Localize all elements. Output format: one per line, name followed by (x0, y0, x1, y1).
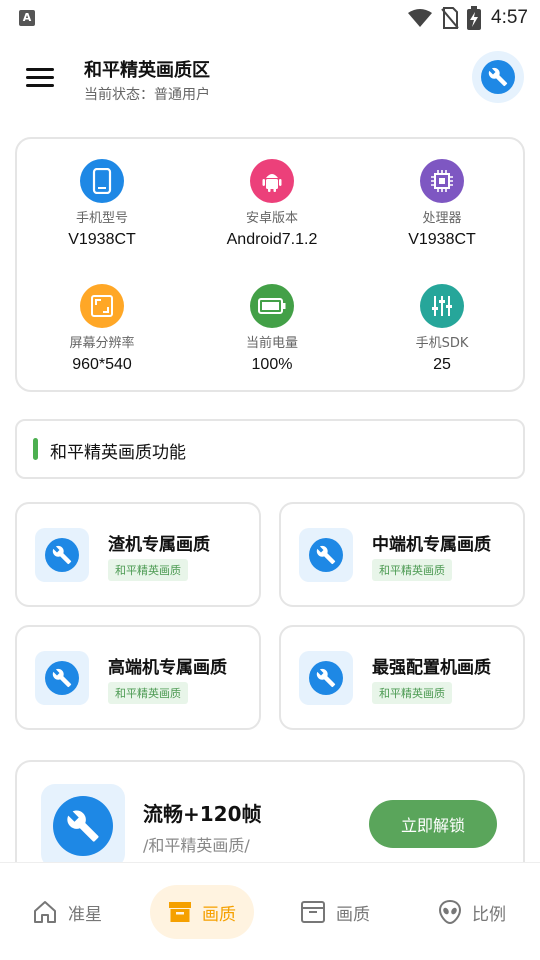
promo-subtitle: /和平精英画质/ (143, 836, 250, 855)
home-icon (34, 901, 56, 923)
feature-card-mid-range[interactable]: 中端机专属画质 和平精英画质 (279, 502, 525, 607)
info-value: 25 (433, 356, 451, 373)
info-label: 手机型号 (75, 211, 128, 226)
nav-label: 比例 (472, 904, 506, 925)
feature-tag: 和平精英画质 (108, 559, 188, 581)
battery-icon (250, 284, 294, 328)
device-info-card: 手机型号 V1938CT 安卓版本 Android7.1.2 处理器 V1938… (15, 137, 525, 392)
menu-icon-bar (26, 68, 54, 71)
alien-icon (438, 899, 462, 925)
header-wrench-button[interactable] (472, 51, 524, 103)
equalizer-icon (420, 284, 464, 328)
menu-icon-bar (26, 84, 54, 87)
menu-button[interactable] (26, 68, 54, 90)
feature-tag: 和平精英画质 (372, 682, 452, 704)
section-accent-bar (33, 438, 38, 460)
info-value: 100% (251, 356, 293, 373)
info-value: V1938CT (408, 231, 476, 248)
wrench-icon (309, 661, 343, 695)
nav-item-quality-active[interactable]: 画质 (150, 885, 254, 939)
info-value: 960*540 (72, 356, 132, 373)
chip-icon (420, 159, 464, 203)
archive-icon (301, 901, 325, 923)
promo-icon-tile (41, 784, 125, 868)
phone-icon (80, 159, 124, 203)
resolution-icon (80, 284, 124, 328)
android-icon (250, 159, 294, 203)
feature-title: 渣机专属画质 (108, 535, 210, 555)
info-item-model: 手机型号 V1938CT (17, 159, 187, 249)
info-item-android: 安卓版本 Android7.1.2 (187, 159, 357, 249)
feature-icon-tile (35, 651, 89, 705)
feature-tag: 和平精英画质 (108, 682, 188, 704)
battery-charging-icon (467, 6, 482, 30)
bottom-nav: 准星 画质 画质 比例 (0, 862, 540, 960)
promo-title: 流畅+120帧 (143, 802, 262, 826)
feature-title: 最强配置机画质 (372, 658, 491, 678)
app-header: 和平精英画质区 当前状态：普通用户 (0, 36, 540, 122)
no-sim-icon (441, 7, 459, 29)
feature-title: 高端机专属画质 (108, 658, 227, 678)
menu-icon-bar (26, 76, 54, 79)
wrench-icon (481, 60, 515, 94)
feature-card-low-end[interactable]: 渣机专属画质 和平精英画质 (15, 502, 261, 607)
info-label: 当前电量 (245, 336, 298, 351)
info-label: 屏幕分辨率 (69, 336, 135, 351)
nav-item-ratio[interactable]: 比例 (438, 885, 506, 939)
nav-item-quality[interactable]: 画质 (300, 885, 370, 939)
status-bar: A 4:57 (0, 0, 540, 36)
feature-card-ultra[interactable]: 最强配置机画质 和平精英画质 (279, 625, 525, 730)
nav-item-crosshair[interactable]: 准星 (32, 885, 102, 939)
info-value: Android7.1.2 (226, 231, 318, 248)
user-status: 当前状态：普通用户 (84, 87, 210, 103)
feature-icon-tile (35, 528, 89, 582)
info-item-processor: 处理器 V1938CT (357, 159, 527, 249)
info-item-sdk: 手机SDK 25 (357, 284, 527, 374)
nav-label: 画质 (202, 904, 236, 925)
info-item-battery: 当前电量 100% (187, 284, 357, 374)
unlock-button[interactable]: 立即解锁 (369, 800, 497, 848)
feature-icon-tile (299, 528, 353, 582)
feature-icon-tile (299, 651, 353, 705)
info-item-resolution: 屏幕分辨率 960*540 (17, 284, 187, 374)
page-title: 和平精英画质区 (84, 60, 210, 81)
info-label: 手机SDK (415, 336, 469, 351)
feature-card-high-end[interactable]: 高端机专属画质 和平精英画质 (15, 625, 261, 730)
feature-title: 中端机专属画质 (372, 535, 491, 555)
status-icons: 4:57 (407, 6, 528, 30)
wrench-icon (53, 796, 113, 856)
wrench-icon (309, 538, 343, 572)
nav-label: 画质 (336, 904, 370, 925)
section-header: 和平精英画质功能 (15, 419, 525, 479)
section-title: 和平精英画质功能 (50, 443, 186, 463)
wrench-icon (45, 661, 79, 695)
info-label: 处理器 (422, 211, 462, 226)
keyboard-indicator-icon: A (19, 10, 35, 26)
wrench-icon (45, 538, 79, 572)
box-icon (169, 902, 191, 922)
nav-label: 准星 (68, 904, 102, 925)
clock: 4:57 (491, 7, 528, 28)
info-label: 安卓版本 (245, 211, 298, 226)
info-value: V1938CT (68, 231, 136, 248)
wifi-icon (408, 9, 433, 27)
feature-tag: 和平精英画质 (372, 559, 452, 581)
